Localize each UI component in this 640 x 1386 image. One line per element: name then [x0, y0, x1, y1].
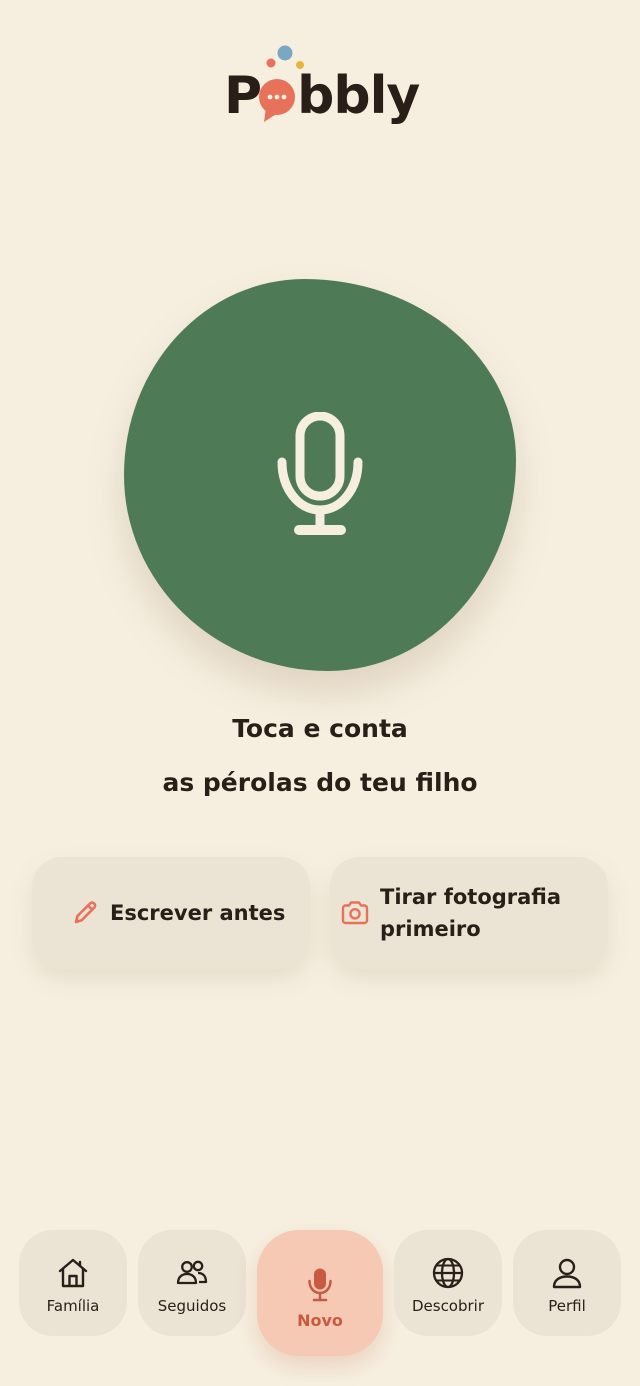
nav-label-familia: Família — [46, 1297, 100, 1315]
nav-label-novo: Novo — [297, 1310, 343, 1330]
app-logo: Pbbly — [224, 44, 424, 130]
write-first-button[interactable]: Escrever antes — [32, 857, 310, 969]
take-photo-label: Tirar fotografia primeiro — [380, 885, 562, 941]
nav-item-familia[interactable]: Família — [19, 1230, 127, 1336]
logo-wordmark: Pbbly — [224, 66, 420, 126]
nav-label-descobrir: Descobrir — [411, 1297, 485, 1315]
take-photo-button[interactable]: Tirar fotografia primeiro — [330, 857, 608, 969]
nav-item-seguidos[interactable]: Seguidos — [138, 1230, 246, 1336]
microphone-icon — [302, 1267, 338, 1303]
prompt-line-1: Toca e conta — [232, 714, 408, 743]
write-first-label: Escrever antes — [110, 901, 286, 925]
globe-icon — [430, 1255, 466, 1291]
home-icon — [55, 1255, 91, 1291]
nav-item-descobrir[interactable]: Descobrir — [394, 1230, 502, 1336]
nav-label-perfil: Perfil — [548, 1297, 586, 1315]
microphone-icon — [277, 412, 363, 535]
record-prompt: Toca e conta as pérolas do teu filho — [0, 706, 640, 814]
nav-item-novo[interactable]: Novo — [257, 1230, 383, 1356]
nav-item-perfil[interactable]: Perfil — [513, 1230, 621, 1336]
nav-label-seguidos: Seguidos — [157, 1297, 227, 1315]
prompt-line-2: as pérolas do teu filho — [162, 768, 478, 797]
speech-bubble-icon — [259, 79, 295, 122]
users-icon — [174, 1255, 210, 1291]
bottom-navigation: Família Seguidos Novo Descobrir Perfil — [0, 1230, 640, 1370]
record-button[interactable] — [124, 279, 516, 671]
camera-icon — [340, 898, 370, 928]
pencil-icon — [70, 898, 100, 928]
user-icon — [549, 1255, 585, 1291]
